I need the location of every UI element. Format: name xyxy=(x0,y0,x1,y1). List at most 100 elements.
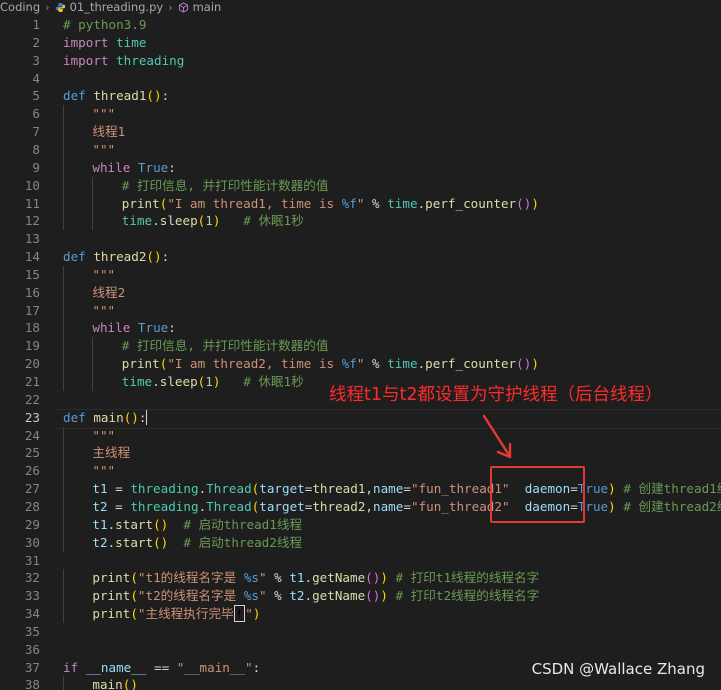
code-line[interactable]: 35 xyxy=(0,623,721,641)
code-line[interactable]: 20 print("I am thread2, time is %f" % tim… xyxy=(0,355,721,374)
code-text: # python3.9 xyxy=(63,16,146,34)
code-line[interactable]: 13 xyxy=(0,230,721,248)
line-number: 34 xyxy=(24,606,40,622)
code-line[interactable]: 19 # 打印信息, 并打印性能计数器的值 xyxy=(0,337,721,356)
code-token: , xyxy=(365,481,374,497)
code-text: import threading xyxy=(63,52,184,70)
code-line[interactable]: 25 主线程 xyxy=(0,444,721,463)
code-line[interactable]: 6 """ xyxy=(0,105,721,124)
code-text: def thread1(): xyxy=(63,87,169,105)
code-token: () xyxy=(516,195,532,211)
code-token: """ xyxy=(92,141,116,157)
code-token: ( xyxy=(130,570,138,586)
code-line[interactable]: 2 import time xyxy=(0,34,721,52)
code-line[interactable]: 8 """ xyxy=(0,140,721,159)
code-token: def xyxy=(63,249,86,265)
breadcrumb-symbol[interactable]: main xyxy=(193,0,222,14)
code-line[interactable]: 26 """ xyxy=(0,462,721,481)
code-token: Thread xyxy=(206,481,252,497)
code-line[interactable]: 27 t1 = threading.Thread(target=thread1,n… xyxy=(0,480,721,499)
breadcrumb-file[interactable]: 01_threading.py xyxy=(70,0,164,14)
code-line[interactable]: 17 """ xyxy=(0,301,721,320)
code-token: " xyxy=(245,606,253,622)
code-token: () xyxy=(365,588,381,604)
code-line[interactable]: 16 线程2 xyxy=(0,283,721,302)
code-line[interactable]: 14 def thread2(): xyxy=(0,248,721,266)
code-token: Thread xyxy=(206,498,252,514)
code-editor[interactable]: 1 # python3.9 2 import time 3 import threadin… xyxy=(0,14,721,690)
code-token: 主线程 xyxy=(92,445,131,461)
code-line[interactable]: 34 print("主线程执行完毕! ") xyxy=(0,605,721,624)
line-number: 37 xyxy=(24,659,40,675)
code-line[interactable]: 29 t1.start() # 启动thread1线程 xyxy=(0,515,721,534)
code-text: main() xyxy=(92,676,138,690)
code-line[interactable]: 4 xyxy=(0,70,721,88)
code-token: ! xyxy=(233,605,246,623)
line-number: 29 xyxy=(24,516,40,532)
code-token: t2 xyxy=(92,498,108,514)
code-token: perf_counter xyxy=(425,195,517,211)
code-line[interactable]: 7 线程1 xyxy=(0,123,721,142)
code-token: print xyxy=(92,570,131,586)
code-token: True xyxy=(137,159,169,175)
code-line[interactable]: 9 while True: xyxy=(0,158,721,177)
code-line[interactable]: 36 xyxy=(0,641,721,659)
code-token: """ xyxy=(92,106,116,122)
code-token: : xyxy=(161,249,170,265)
indent-guide xyxy=(63,533,64,552)
code-line[interactable]: 24 """ xyxy=(0,426,721,445)
code-token: getName xyxy=(312,588,366,604)
code-token: # 休眠1秒 xyxy=(243,213,304,229)
indent-guide xyxy=(63,301,64,320)
indent-guide xyxy=(63,123,64,142)
indent-guide xyxy=(63,605,64,624)
code-token: = xyxy=(403,481,411,497)
line-number: 30 xyxy=(24,534,40,550)
code-token: % xyxy=(266,588,290,604)
code-token: """ xyxy=(92,266,116,282)
code-text: # 打印信息, 并打印性能计数器的值 xyxy=(122,177,329,195)
code-line[interactable]: 11 print("I am thread1, time is %f" % tim… xyxy=(0,194,721,213)
code-text: print("t1的线程名字是 %s" % t1.getName()) # 打印… xyxy=(92,569,539,587)
code-line[interactable]: 18 while True: xyxy=(0,319,721,338)
code-text: print("I am thread2, time is %f" % time.… xyxy=(122,355,539,373)
code-line[interactable]: 32 print("t1的线程名字是 %s" % t1.getName()) # … xyxy=(0,569,721,588)
code-line[interactable]: 3 import threading xyxy=(0,52,721,70)
code-line[interactable]: 31 xyxy=(0,552,721,570)
code-token: 线程1 xyxy=(92,124,126,140)
code-token: % xyxy=(266,570,290,586)
code-line[interactable]: 15 """ xyxy=(0,265,721,284)
code-line[interactable]: 12 time.sleep(1) # 休眠1秒 xyxy=(0,212,721,231)
code-text: print("t2的线程名字是 %s" % t2.getName()) # 打印… xyxy=(92,587,539,605)
code-token: t2 xyxy=(92,534,108,550)
code-token: ) xyxy=(608,498,616,514)
code-token: ) xyxy=(531,356,539,372)
code-token: threading xyxy=(130,481,199,497)
code-text: """ xyxy=(92,141,115,159)
code-line[interactable]: 5 def thread1(): xyxy=(0,87,721,105)
indent-guide xyxy=(63,373,64,391)
code-token: "__main__" xyxy=(176,659,253,675)
breadcrumb-folder[interactable]: Coding xyxy=(0,0,40,14)
code-text: 线程2 xyxy=(92,284,125,302)
code-line[interactable]: 38 main() xyxy=(0,676,721,690)
method-cube-icon xyxy=(178,1,188,13)
code-line[interactable]: 33 print("t2的线程名字是 %s" % t2.getName()) # … xyxy=(0,587,721,606)
indent-guide xyxy=(63,569,64,588)
code-token: . xyxy=(152,213,160,229)
code-token: time xyxy=(387,195,418,211)
code-line[interactable]: 10 # 打印信息, 并打印性能计数器的值 xyxy=(0,176,721,195)
code-line[interactable]: 23 def main(): xyxy=(0,408,721,429)
indent-guide xyxy=(63,194,64,213)
code-token: """ xyxy=(92,302,116,318)
indent-guide xyxy=(63,105,64,124)
code-line[interactable]: 1 # python3.9 xyxy=(0,16,721,34)
code-line[interactable]: 28 t2 = threading.Thread(target=thread2,n… xyxy=(0,497,721,516)
code-line[interactable]: 30 t2.start() # 启动thread2线程 xyxy=(0,533,721,552)
code-token: " xyxy=(258,588,267,604)
